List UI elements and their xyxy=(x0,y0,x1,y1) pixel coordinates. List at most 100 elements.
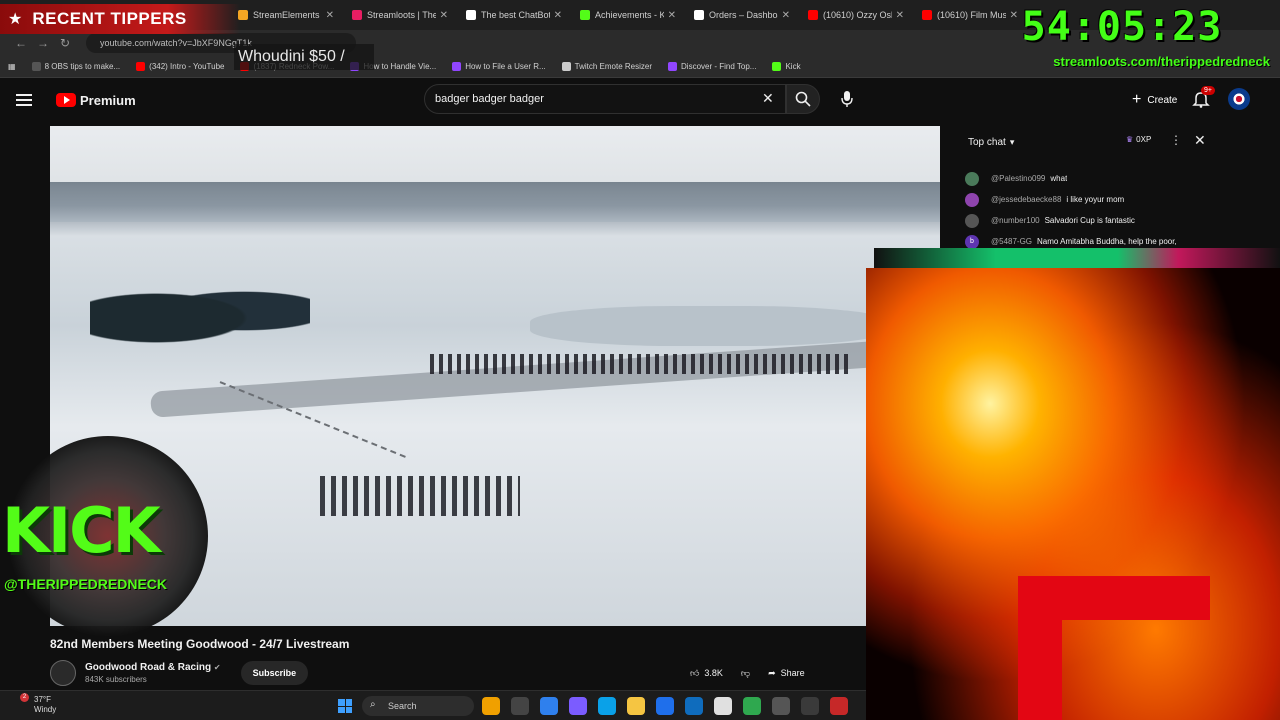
tab-favicon-icon xyxy=(694,10,704,20)
chat-author-name[interactable]: @number100 xyxy=(991,216,1040,225)
taskbar-app-icon[interactable] xyxy=(627,697,645,715)
close-tab-icon[interactable]: ✕ xyxy=(554,10,562,21)
close-tab-icon[interactable]: ✕ xyxy=(896,10,904,21)
chat-header: Top chat ▾ ♛ 0XP ⋮ ✕ xyxy=(958,130,1218,154)
chat-author-name[interactable]: @jessedebaecke88 xyxy=(991,195,1061,204)
bookmark-favicon-icon xyxy=(452,62,462,71)
browser-tab[interactable]: The best ChatBot ✕ xyxy=(458,2,570,28)
taskbar-app-icon[interactable] xyxy=(511,697,529,715)
video-scenery-crowd-lower xyxy=(320,476,520,516)
account-avatar[interactable] xyxy=(1228,88,1250,110)
windows-start-icon[interactable] xyxy=(338,699,352,713)
subscribe-button[interactable]: Subscribe xyxy=(240,661,309,685)
bookmark-item[interactable]: How to File a User R... xyxy=(452,62,546,71)
bookmark-label: Kick xyxy=(785,62,801,71)
tab-label: Achievements - K xyxy=(595,10,664,20)
chat-message[interactable]: @number100 Salvadori Cup is fantastic xyxy=(965,210,1215,231)
chat-message[interactable]: @Palestino099 what xyxy=(965,168,1215,189)
forward-icon[interactable]: → xyxy=(32,36,54,50)
clear-search-icon[interactable]: ✕ xyxy=(762,90,774,107)
weather-widget[interactable]: 2 37°F Windy xyxy=(14,693,57,715)
taskbar-app-icon[interactable] xyxy=(714,697,732,715)
close-tab-icon[interactable]: ✕ xyxy=(668,10,676,21)
taskbar-app-icon[interactable] xyxy=(598,697,616,715)
close-chat-icon[interactable]: ✕ xyxy=(1194,132,1206,149)
taskbar-app-icon[interactable] xyxy=(569,697,587,715)
chat-author-avatar[interactable] xyxy=(965,213,979,228)
bookmark-item[interactable]: Discover - Find Top... xyxy=(668,62,756,71)
menu-icon[interactable] xyxy=(16,94,32,106)
thumbs-down-icon: 👎︎ xyxy=(740,667,751,678)
bookmark-favicon-icon xyxy=(31,62,41,71)
bookmark-item[interactable]: Twitch Emote Resizer xyxy=(561,62,652,71)
weather-condition: Windy xyxy=(34,705,57,714)
tab-label: (10610) Ozzy Osb xyxy=(823,10,892,20)
browser-tab[interactable]: Streamloots | The ✕ xyxy=(344,2,456,28)
taskbar-app-icon[interactable] xyxy=(540,697,558,715)
browser-tab[interactable]: StreamElements - ✕ xyxy=(230,2,342,28)
close-tab-icon[interactable]: ✕ xyxy=(326,10,334,21)
bookmark-item[interactable]: 8 OBS tips to make... xyxy=(31,62,120,71)
search-input[interactable]: badger badger badger xyxy=(424,84,786,114)
voice-search-button[interactable] xyxy=(836,86,858,112)
chat-mode-dropdown[interactable]: Top chat ▾ xyxy=(968,137,1014,148)
video-scenery-trees xyxy=(90,276,310,346)
video-title: 82nd Members Meeting Goodwood - 24/7 Liv… xyxy=(50,637,350,651)
browser-tab[interactable]: (10610) Ozzy Osb ✕ xyxy=(800,2,912,28)
close-tab-icon[interactable]: ✕ xyxy=(440,10,448,21)
weather-temp: 37°F xyxy=(34,695,51,704)
channel-row: Goodwood Road & Racing ✔ 843K subscriber… xyxy=(50,660,309,686)
taskbar-app-icon[interactable] xyxy=(772,697,790,715)
search-button[interactable] xyxy=(786,84,820,114)
bookmark-item[interactable]: (342) Intro - YouTube xyxy=(136,62,224,71)
channel-name[interactable]: Goodwood Road & Racing ✔ xyxy=(85,662,221,673)
create-button[interactable]: + Create xyxy=(1124,88,1185,112)
close-tab-icon[interactable]: ✕ xyxy=(782,10,790,21)
crown-icon: ♛ xyxy=(1126,135,1134,144)
bookmark-label: How to File a User R... xyxy=(465,62,546,71)
chat-author-name[interactable]: @Palestino099 xyxy=(991,174,1045,183)
like-button[interactable]: 👍︎ 3.8K xyxy=(690,668,723,679)
taskbar-search[interactable]: ⌕ Search xyxy=(362,696,474,716)
logo-text: Premium xyxy=(80,92,136,108)
chat-message[interactable]: @jessedebaecke88 i like yoyur mom xyxy=(965,189,1215,210)
channel-avatar[interactable] xyxy=(50,660,76,686)
notification-count-badge: 9+ xyxy=(1201,86,1215,95)
chat-author-avatar[interactable]: b xyxy=(965,234,979,249)
star-icon: ★ xyxy=(8,11,23,28)
dislike-button[interactable]: 👎︎ xyxy=(741,668,750,679)
bookmark-favicon-icon xyxy=(561,62,571,71)
taskbar-app-icon[interactable] xyxy=(743,697,761,715)
bookmark-item[interactable]: Kick xyxy=(772,62,801,71)
taskbar-app-icon[interactable] xyxy=(482,697,500,715)
apps-icon[interactable]: ▦ xyxy=(8,62,16,71)
xp-badge[interactable]: ♛ 0XP xyxy=(1126,135,1151,144)
bookmark-label: How to Handle Vie... xyxy=(363,62,437,71)
chat-author-avatar[interactable] xyxy=(965,192,979,207)
reload-icon[interactable]: ↻ xyxy=(54,36,76,50)
back-icon[interactable]: ← xyxy=(10,36,32,50)
tab-label: Streamloots | The xyxy=(367,10,436,20)
chat-message-text: what xyxy=(1050,174,1068,183)
taskbar-app-icon[interactable] xyxy=(685,697,703,715)
browser-tab[interactable]: Orders – Dashboa ✕ xyxy=(686,2,798,28)
chat-message-text: Salvadori Cup is fantastic xyxy=(1044,216,1135,225)
microphone-icon xyxy=(841,91,853,107)
chat-more-icon[interactable]: ⋮ xyxy=(1170,133,1182,147)
chat-author-avatar[interactable] xyxy=(965,171,979,186)
youtube-play-icon xyxy=(56,93,76,107)
overlay-recent-tipper: Whoudini $50 / xyxy=(234,44,374,70)
tab-label: Orders – Dashboa xyxy=(709,10,778,20)
youtube-logo[interactable]: Premium xyxy=(56,93,136,108)
taskbar-app-icons xyxy=(482,697,848,715)
bookmark-label: Discover - Find Top... xyxy=(681,62,757,71)
overlay-red-logo xyxy=(1018,576,1210,720)
taskbar-app-icon[interactable] xyxy=(801,697,819,715)
taskbar-app-icon[interactable] xyxy=(656,697,674,715)
tab-favicon-icon xyxy=(580,10,590,20)
chat-author-name[interactable]: @5487-GG xyxy=(991,237,1032,246)
browser-tab[interactable]: Achievements - K ✕ xyxy=(572,2,684,28)
video-scenery-crowd xyxy=(430,354,850,374)
share-button[interactable]: ➦ Share xyxy=(768,668,805,679)
taskbar-app-icon[interactable] xyxy=(830,697,848,715)
